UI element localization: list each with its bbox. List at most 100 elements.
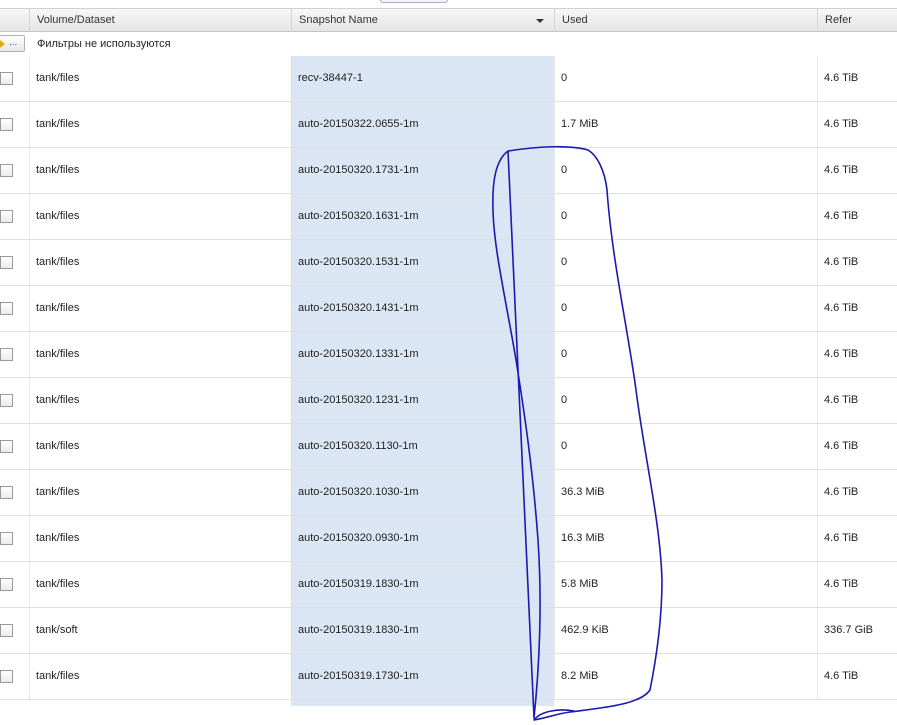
table-row[interactable]: tank/files auto-20150320.1030-1m 36.3 MiB 4… xyxy=(0,470,897,516)
cell-volume-dataset: tank/files xyxy=(29,562,291,607)
cell-snapshot-name: auto-20150320.1231-1m xyxy=(291,378,554,423)
cell-volume-dataset: tank/files xyxy=(29,516,291,561)
cell-refer: 4.6 TiB xyxy=(817,194,897,239)
cell-snapshot-name: auto-20150320.1130-1m xyxy=(291,424,554,469)
cell-refer: 4.6 TiB xyxy=(817,470,897,515)
filter-button-label: ... xyxy=(9,37,18,48)
filter-arrow-icon xyxy=(0,40,5,48)
cell-refer: 4.6 TiB xyxy=(817,378,897,423)
row-checkbox[interactable] xyxy=(0,164,13,177)
table-row[interactable]: tank/files auto-20150319.1730-1m 8.2 MiB 4.… xyxy=(0,654,897,700)
cell-snapshot-name: auto-20150320.0930-1m xyxy=(291,516,554,561)
table-row[interactable]: tank/files auto-20150320.0930-1m 16.3 MiB 4… xyxy=(0,516,897,562)
cell-used: 1.7 MiB xyxy=(554,102,817,147)
cell-volume-dataset: tank/files xyxy=(29,470,291,515)
row-checkbox[interactable] xyxy=(0,348,13,361)
sort-descending-icon[interactable] xyxy=(536,19,544,23)
row-select-cell xyxy=(0,608,29,653)
cell-snapshot-name: auto-20150319.1830-1m xyxy=(291,562,554,607)
table-row[interactable]: tank/soft auto-20150319.1830-1m 462.9 KiB 3… xyxy=(0,608,897,654)
table-row[interactable]: tank/files auto-20150320.1431-1m 0 4.6 TiB xyxy=(0,286,897,332)
row-checkbox[interactable] xyxy=(0,670,13,683)
row-select-cell xyxy=(0,148,29,193)
row-select-cell xyxy=(0,286,29,331)
cell-volume-dataset: tank/files xyxy=(29,240,291,285)
cell-used: 0 xyxy=(554,194,817,239)
filter-button[interactable]: ... xyxy=(0,35,25,52)
cell-refer: 4.6 TiB xyxy=(817,654,897,699)
table-row[interactable]: tank/files recv-38447-1 0 4.6 TiB xyxy=(0,56,897,102)
cell-used: 0 xyxy=(554,378,817,423)
cell-snapshot-name: auto-20150320.1431-1m xyxy=(291,286,554,331)
row-checkbox[interactable] xyxy=(0,256,13,269)
header-select-column[interactable] xyxy=(0,9,29,32)
cell-snapshot-name: auto-20150322.0655-1m xyxy=(291,102,554,147)
cell-volume-dataset: tank/files xyxy=(29,56,291,101)
cell-refer: 4.6 TiB xyxy=(817,148,897,193)
table-row[interactable]: tank/files auto-20150320.1331-1m 0 4.6 TiB xyxy=(0,332,897,378)
cell-refer: 4.6 TiB xyxy=(817,424,897,469)
grid-header: Volume/Dataset Snapshot Name Used Refer xyxy=(0,8,897,32)
cell-snapshot-name: auto-20150320.1331-1m xyxy=(291,332,554,377)
cell-snapshot-name: auto-20150320.1531-1m xyxy=(291,240,554,285)
cell-snapshot-name: auto-20150320.1731-1m xyxy=(291,148,554,193)
row-checkbox[interactable] xyxy=(0,394,13,407)
cell-volume-dataset: tank/soft xyxy=(29,608,291,653)
row-checkbox[interactable] xyxy=(0,578,13,591)
cell-refer: 4.6 TiB xyxy=(817,562,897,607)
table-row[interactable]: tank/files auto-20150319.1830-1m 5.8 MiB 4.… xyxy=(0,562,897,608)
row-select-cell xyxy=(0,332,29,377)
cell-used: 0 xyxy=(554,240,817,285)
table-row[interactable]: tank/files auto-20150320.1731-1m 0 4.6 TiB xyxy=(0,148,897,194)
row-select-cell xyxy=(0,378,29,423)
row-select-cell xyxy=(0,194,29,239)
cell-used: 8.2 MiB xyxy=(554,654,817,699)
row-checkbox[interactable] xyxy=(0,532,13,545)
header-volume-dataset[interactable]: Volume/Dataset xyxy=(29,9,291,32)
cell-snapshot-name: auto-20150319.1730-1m xyxy=(291,654,554,699)
table-row[interactable]: tank/files auto-20150320.1130-1m 0 4.6 TiB xyxy=(0,424,897,470)
top-toolbar-tab[interactable] xyxy=(380,0,448,3)
filter-status-text: Фильтры не используются xyxy=(37,38,171,50)
cell-volume-dataset: tank/files xyxy=(29,378,291,423)
row-checkbox[interactable] xyxy=(0,302,13,315)
cell-used: 16.3 MiB xyxy=(554,516,817,561)
row-checkbox[interactable] xyxy=(0,210,13,223)
cell-used: 36.3 MiB xyxy=(554,470,817,515)
row-select-cell xyxy=(0,240,29,285)
cell-refer: 4.6 TiB xyxy=(817,240,897,285)
row-checkbox[interactable] xyxy=(0,624,13,637)
header-refer[interactable]: Refer xyxy=(817,9,897,32)
cell-used: 5.8 MiB xyxy=(554,562,817,607)
table-row[interactable]: tank/files auto-20150320.1231-1m 0 4.6 TiB xyxy=(0,378,897,424)
header-used[interactable]: Used xyxy=(554,9,817,32)
header-snapshot-name[interactable]: Snapshot Name xyxy=(291,9,554,32)
row-checkbox[interactable] xyxy=(0,72,13,85)
cell-volume-dataset: tank/files xyxy=(29,424,291,469)
row-checkbox[interactable] xyxy=(0,118,13,131)
cell-volume-dataset: tank/files xyxy=(29,148,291,193)
table-row[interactable]: tank/files auto-20150320.1631-1m 0 4.6 TiB xyxy=(0,194,897,240)
row-select-cell xyxy=(0,424,29,469)
cell-used: 0 xyxy=(554,286,817,331)
cell-refer: 4.6 TiB xyxy=(817,286,897,331)
table-row[interactable]: tank/files auto-20150322.0655-1m 1.7 MiB 4.… xyxy=(0,102,897,148)
row-select-cell xyxy=(0,562,29,607)
row-select-cell xyxy=(0,470,29,515)
cell-used: 462.9 KiB xyxy=(554,608,817,653)
filter-row: ... Фильтры не используются xyxy=(0,32,897,56)
cell-refer: 4.6 TiB xyxy=(817,56,897,101)
table-row[interactable]: tank/files auto-20150320.1531-1m 0 4.6 TiB xyxy=(0,240,897,286)
row-checkbox[interactable] xyxy=(0,486,13,499)
row-checkbox[interactable] xyxy=(0,440,13,453)
cell-used: 0 xyxy=(554,148,817,193)
cell-snapshot-name: auto-20150320.1030-1m xyxy=(291,470,554,515)
cell-volume-dataset: tank/files xyxy=(29,194,291,239)
cell-used: 0 xyxy=(554,424,817,469)
cell-refer: 4.6 TiB xyxy=(817,332,897,377)
cell-snapshot-name: recv-38447-1 xyxy=(291,56,554,101)
header-snapshot-name-label: Snapshot Name xyxy=(299,14,378,26)
cell-refer: 4.6 TiB xyxy=(817,516,897,561)
cell-used: 0 xyxy=(554,332,817,377)
cell-snapshot-name: auto-20150320.1631-1m xyxy=(291,194,554,239)
